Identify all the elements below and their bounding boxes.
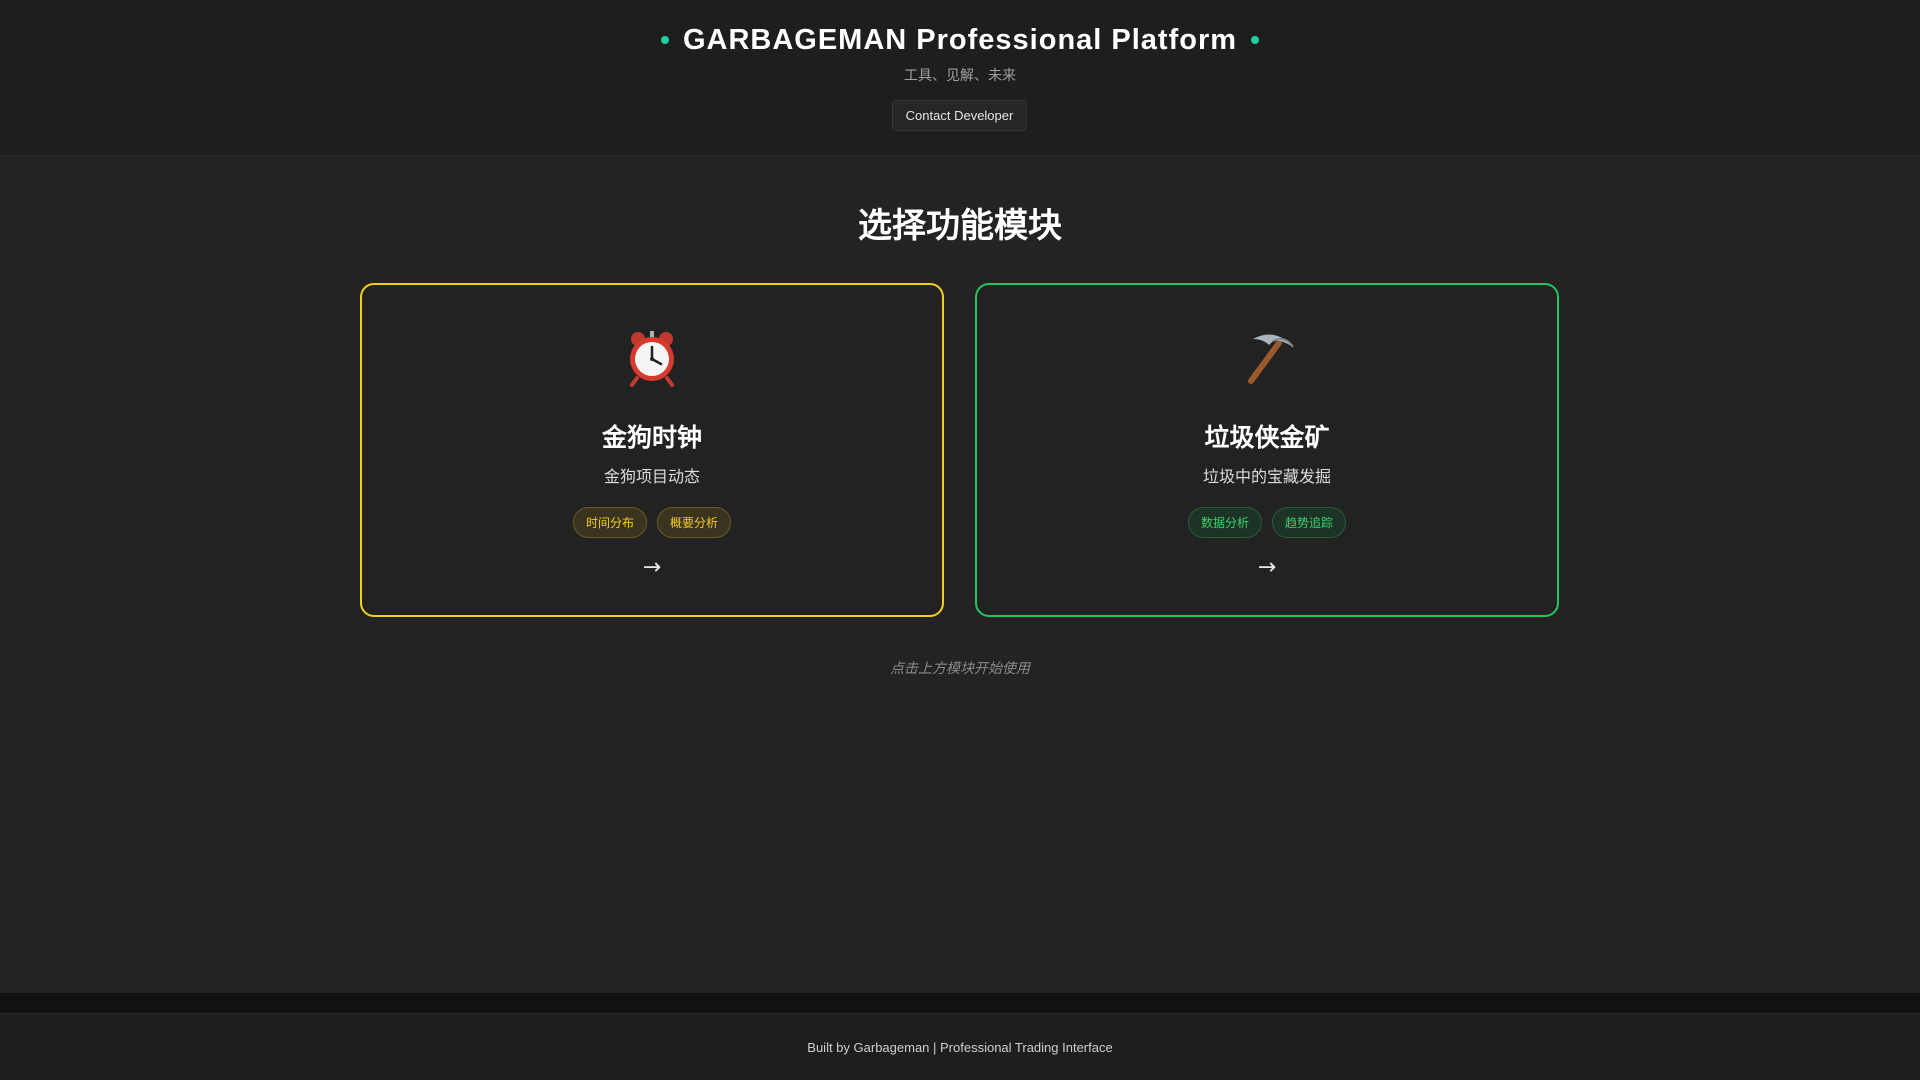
tagline: 工具、见解、未来 bbox=[904, 68, 1016, 84]
page-title: GARBAGEMAN Professional Platform bbox=[682, 23, 1238, 56]
arrow-right-icon[interactable]: → bbox=[977, 555, 1557, 580]
card-description: 金狗项目动态 bbox=[603, 467, 700, 486]
pickaxe-icon bbox=[977, 325, 1557, 389]
tag-data-analysis: 数据分析 bbox=[1187, 507, 1262, 538]
tag-time-distribution: 时间分布 bbox=[572, 507, 647, 538]
card-tags: 数据分析 趋势追踪 bbox=[977, 507, 1557, 538]
brand: GARBAGEMAN Professional Platform bbox=[0, 20, 1920, 60]
footer-divider bbox=[0, 993, 1920, 1013]
card-description: 垃圾中的宝藏发掘 bbox=[1202, 467, 1331, 486]
module-card-gold-dog-clock[interactable]: 金狗时钟 金狗项目动态 时间分布 概要分析 → bbox=[360, 283, 944, 617]
card-title: 垃圾侠金矿 bbox=[1204, 423, 1330, 452]
status-dot-right bbox=[1251, 36, 1260, 44]
usage-hint: 点击上方模块开始使用 bbox=[890, 661, 1030, 677]
site-header: GARBAGEMAN Professional Platform 工具、见解、未… bbox=[0, 0, 1920, 156]
contact-developer-button[interactable]: Contact Developer bbox=[892, 100, 1027, 131]
card-title: 金狗时钟 bbox=[601, 423, 702, 452]
footer-text: Built by Garbageman | Professional Tradi… bbox=[807, 1039, 1113, 1055]
section-title: 选择功能模块 bbox=[858, 206, 1062, 246]
tag-trend-tracking: 趋势追踪 bbox=[1272, 507, 1347, 538]
tag-summary-analysis: 概要分析 bbox=[657, 507, 732, 538]
card-tags: 时间分布 概要分析 bbox=[362, 507, 942, 538]
status-dot-left bbox=[660, 36, 669, 44]
alarm-clock-icon bbox=[362, 325, 942, 389]
module-card-garbage-gold-mine[interactable]: 垃圾侠金矿 垃圾中的宝藏发掘 数据分析 趋势追踪 → bbox=[975, 283, 1559, 617]
site-footer: Built by Garbageman | Professional Tradi… bbox=[0, 1013, 1920, 1080]
arrow-right-icon[interactable]: → bbox=[362, 555, 942, 580]
